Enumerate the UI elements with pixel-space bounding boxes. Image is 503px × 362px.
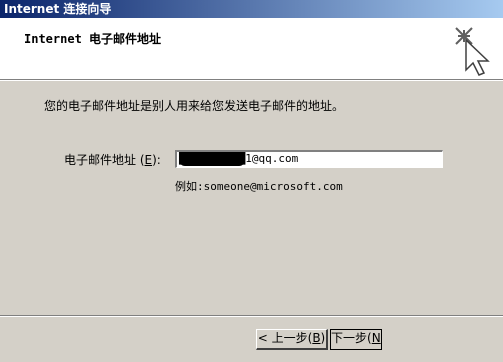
redacted-email-part: ██████████ [179,152,246,166]
page-title: Internet 电子邮件地址 [24,32,162,46]
email-visible-part: 1@qq.com [245,152,299,165]
wizard-window: Internet 连接向导 Internet 电子邮件地址 您的电子邮件地址是别… [0,0,503,362]
back-button[interactable]: < 上一步(B) [256,329,328,350]
wizard-sparkle-icon [455,27,490,76]
divider [0,315,503,317]
window-title: Internet 连接向导 [4,2,112,16]
example-text: 例如:someone@microsoft.com [175,180,343,193]
instruction-text: 您的电子邮件地址是别人用来给您发送电子邮件的地址。 [44,99,345,113]
email-field[interactable]: ██████████1@qq.com [175,150,443,168]
email-label: 电子邮件地址 (E): [64,153,161,167]
wizard-header: Internet 电子邮件地址 [0,18,503,81]
next-button[interactable]: 下一步(N) [330,329,382,350]
title-bar: Internet 连接向导 [0,0,503,18]
